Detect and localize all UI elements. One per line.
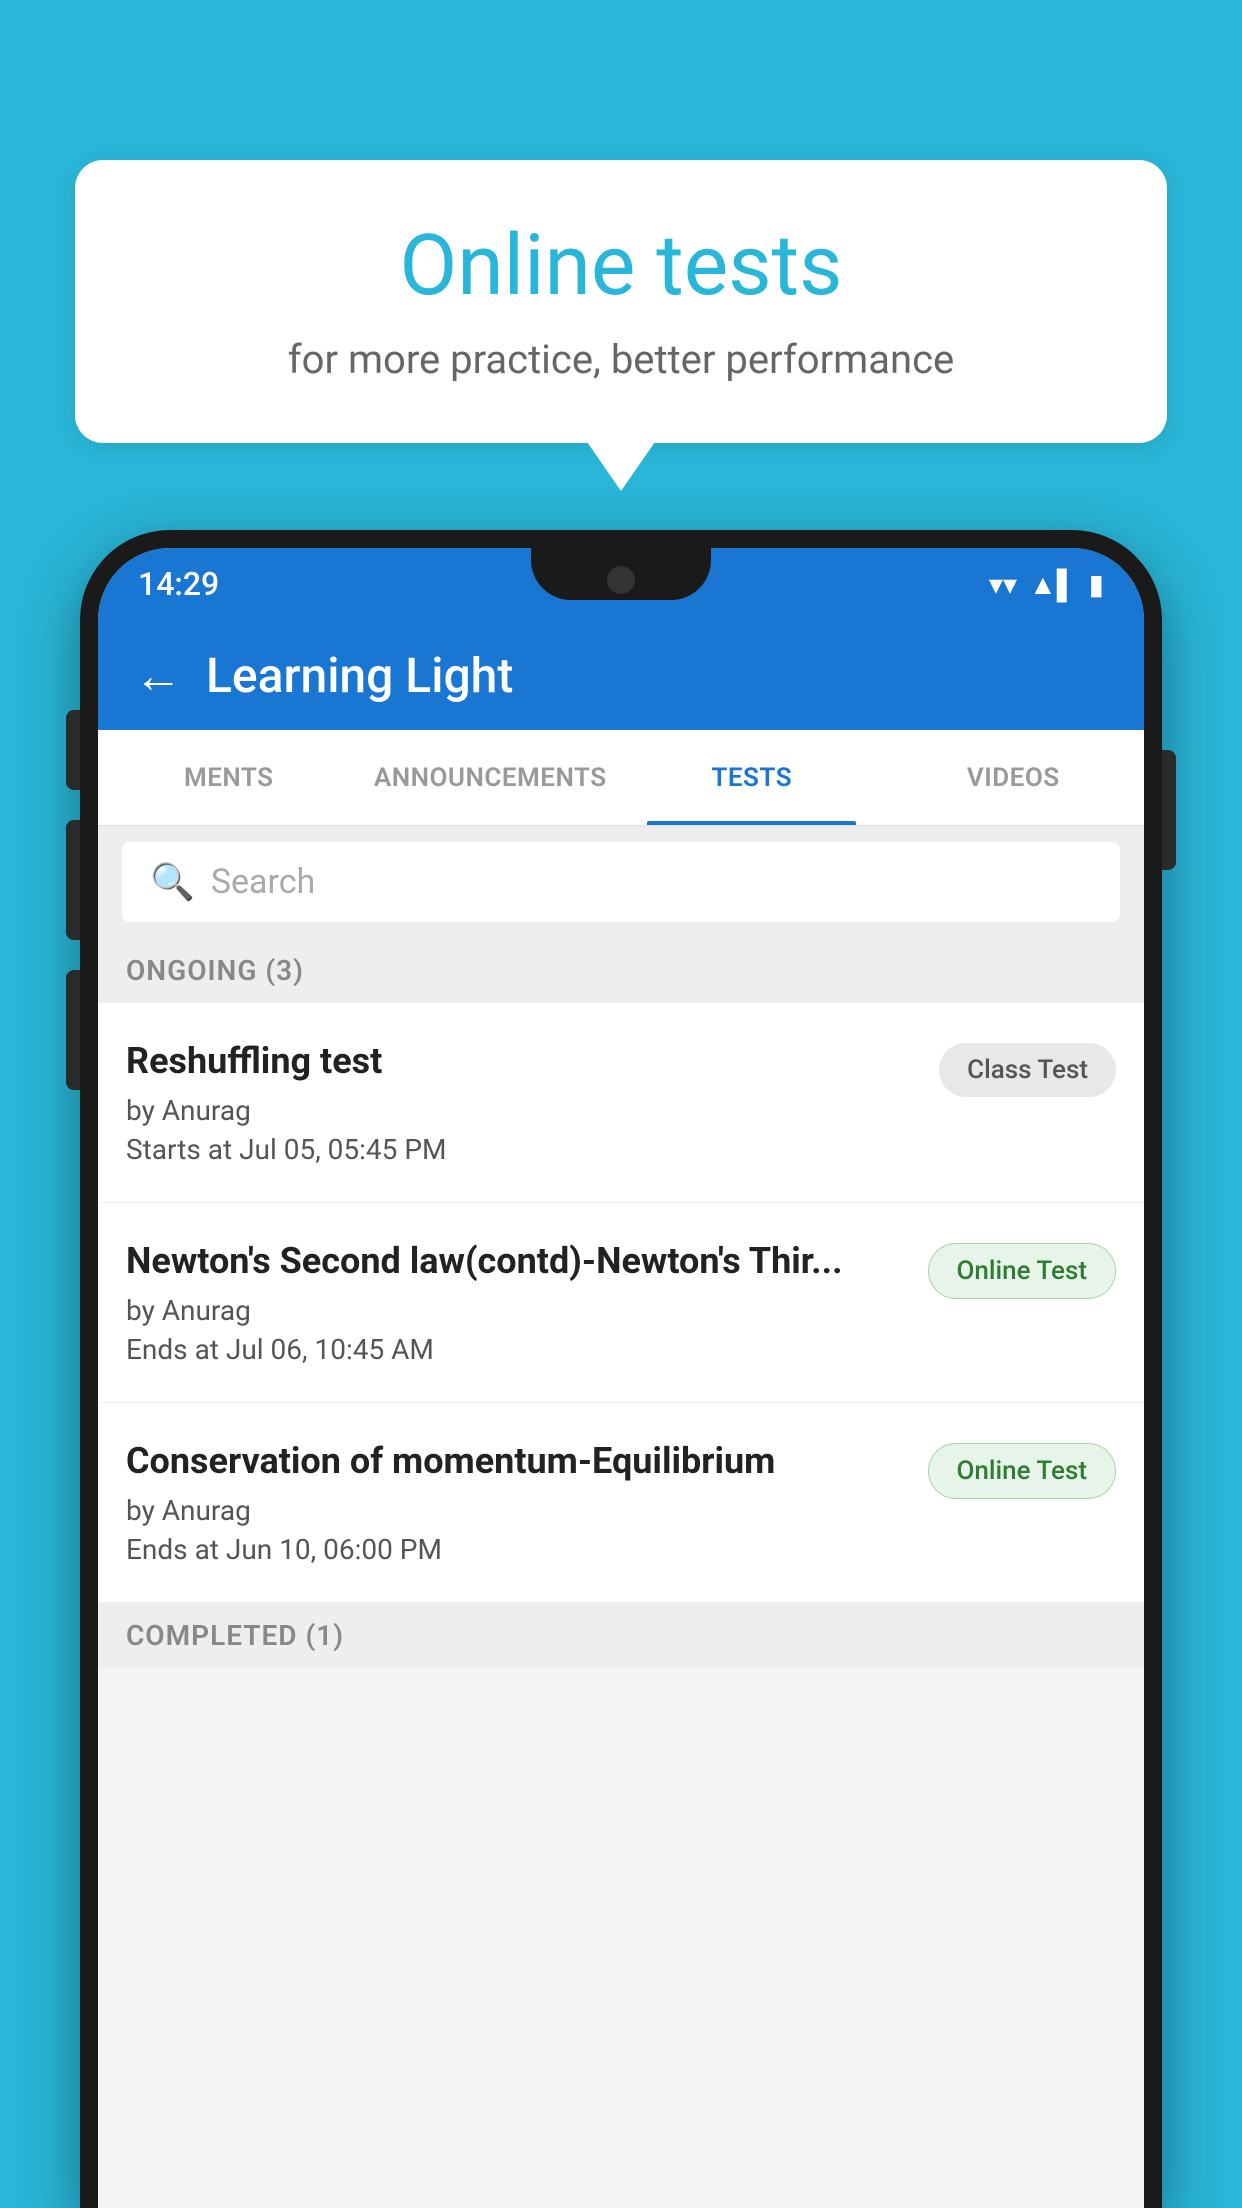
status-icons: ▾▾ ▲▌ ▮ xyxy=(989,568,1104,601)
tab-announcements[interactable]: ANNOUNCEMENTS xyxy=(360,730,622,825)
phone-shell: 14:29 ▾▾ ▲▌ ▮ ← Learning Light MENTS ANN… xyxy=(80,530,1162,2208)
search-placeholder: Search xyxy=(211,862,315,902)
test-author: by Anurag xyxy=(126,1294,912,1327)
wifi-icon: ▾▾ xyxy=(989,568,1017,601)
test-author: by Anurag xyxy=(126,1094,923,1127)
notch xyxy=(531,548,711,600)
back-button[interactable]: ← xyxy=(134,647,182,704)
test-item[interactable]: Conservation of momentum-Equilibrium by … xyxy=(98,1403,1144,1603)
test-date: Ends at Jun 10, 06:00 PM xyxy=(126,1533,912,1566)
test-date: Ends at Jul 06, 10:45 AM xyxy=(126,1333,912,1366)
tabs-bar: MENTS ANNOUNCEMENTS TESTS VIDEOS xyxy=(98,730,1144,826)
test-info: Newton's Second law(contd)-Newton's Thir… xyxy=(126,1239,912,1366)
app-bar-title: Learning Light xyxy=(206,647,513,704)
power-button[interactable] xyxy=(1162,750,1176,870)
phone-screen: 14:29 ▾▾ ▲▌ ▮ ← Learning Light MENTS ANN… xyxy=(98,548,1144,2208)
volume-silent-button[interactable] xyxy=(66,710,80,790)
speech-bubble: Online tests for more practice, better p… xyxy=(75,160,1167,443)
test-title: Newton's Second law(contd)-Newton's Thir… xyxy=(126,1239,912,1284)
test-item[interactable]: Reshuffling test by Anurag Starts at Jul… xyxy=(98,1003,1144,1203)
signal-icon: ▲▌ xyxy=(1029,568,1077,601)
volume-down-button[interactable] xyxy=(66,970,80,1090)
test-badge-online-2: Online Test xyxy=(928,1443,1117,1499)
speech-bubble-title: Online tests xyxy=(155,220,1087,312)
test-badge-online: Online Test xyxy=(928,1243,1117,1299)
ongoing-section-header: ONGOING (3) xyxy=(98,938,1144,1003)
status-time: 14:29 xyxy=(138,565,219,603)
test-item[interactable]: Newton's Second law(contd)-Newton's Thir… xyxy=(98,1203,1144,1403)
tab-tests[interactable]: TESTS xyxy=(621,730,883,825)
search-bar[interactable]: 🔍 Search xyxy=(122,842,1120,922)
test-title: Conservation of momentum-Equilibrium xyxy=(126,1439,912,1484)
tab-ments[interactable]: MENTS xyxy=(98,730,360,825)
test-info: Conservation of momentum-Equilibrium by … xyxy=(126,1439,912,1566)
test-author: by Anurag xyxy=(126,1494,912,1527)
app-bar: ← Learning Light xyxy=(98,620,1144,730)
search-container: 🔍 Search xyxy=(98,826,1144,938)
volume-up-button[interactable] xyxy=(66,820,80,940)
speech-bubble-subtitle: for more practice, better performance xyxy=(155,336,1087,383)
test-list: Reshuffling test by Anurag Starts at Jul… xyxy=(98,1003,1144,1603)
completed-section-header: COMPLETED (1) xyxy=(98,1603,1144,1668)
test-date: Starts at Jul 05, 05:45 PM xyxy=(126,1133,923,1166)
test-title: Reshuffling test xyxy=(126,1039,923,1084)
battery-icon: ▮ xyxy=(1089,568,1104,601)
camera-icon xyxy=(607,566,635,594)
test-info: Reshuffling test by Anurag Starts at Jul… xyxy=(126,1039,923,1166)
test-badge-class: Class Test xyxy=(939,1043,1116,1097)
search-icon: 🔍 xyxy=(150,861,195,903)
tab-videos[interactable]: VIDEOS xyxy=(883,730,1145,825)
